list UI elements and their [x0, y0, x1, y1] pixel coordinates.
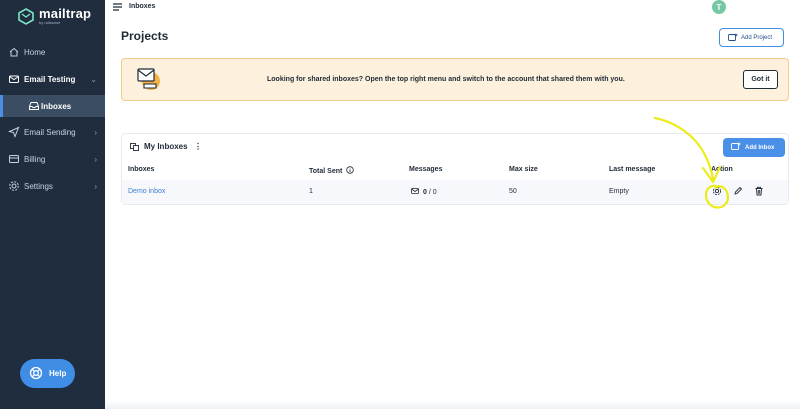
annotation-arrow-icon: [653, 116, 730, 209]
email-testing-icon: [9, 75, 19, 83]
help-button[interactable]: Help: [20, 359, 75, 388]
inboxes-title-label: My Inboxes: [144, 142, 188, 151]
sidebar-item-label: Settings: [24, 181, 53, 191]
sidebar-item-home[interactable]: Home: [0, 41, 105, 63]
page-title: Projects: [121, 29, 169, 43]
sidebar-item-email-testing[interactable]: Email Testing ⌄: [0, 68, 105, 90]
inbox-name-link[interactable]: Demo inbox: [128, 188, 165, 195]
add-project-button[interactable]: Add Project: [719, 28, 784, 47]
logo[interactable]: mailtrap by railsware: [18, 7, 91, 25]
sidebar-item-label: Email Testing: [24, 74, 76, 84]
shared-inboxes-banner: Looking for shared inboxes? Open the top…: [121, 58, 789, 101]
brand-sub: by railsware: [39, 20, 61, 25]
avatar[interactable]: T: [712, 0, 726, 14]
sidebar-item-inboxes[interactable]: Inboxes: [0, 95, 105, 117]
sidebar-item-label: Home: [24, 47, 46, 57]
breadcrumb: Inboxes: [129, 3, 156, 10]
more-options-icon[interactable]: ⋮: [194, 142, 202, 151]
menu-icon[interactable]: [113, 3, 122, 11]
trash-icon[interactable]: [754, 186, 764, 196]
brand-name: mailtrap: [39, 6, 92, 21]
sidebar-item-label: Inboxes: [41, 101, 72, 111]
add-inbox-label: Add Inbox: [745, 144, 775, 151]
sidebar-item-label: Email Sending: [24, 127, 76, 137]
got-it-button[interactable]: Got it: [743, 70, 778, 89]
sidebar-item-settings[interactable]: Settings ›: [0, 175, 105, 197]
envelope-illustration-icon: [137, 68, 160, 90]
billing-icon: [9, 155, 19, 163]
max-size-value: 50: [509, 188, 517, 195]
column-header-messages[interactable]: Messages: [409, 166, 442, 173]
last-message-value: Empty: [609, 188, 629, 195]
column-header-inboxes[interactable]: Inboxes: [128, 166, 154, 173]
messages-cell: 0 / 0: [411, 188, 437, 196]
column-header-max-size[interactable]: Max size: [509, 166, 538, 173]
sidebar: mailtrap by railsware Home Email Testing…: [0, 0, 105, 409]
total-sent-value: 1: [309, 188, 313, 195]
chevron-right-icon: ›: [94, 127, 97, 137]
projects-icon: [130, 142, 139, 151]
messages-total: / 0: [426, 189, 437, 196]
column-header-label: Total Sent: [309, 168, 343, 175]
help-label: Help: [49, 369, 67, 378]
chevron-right-icon: ›: [94, 181, 97, 191]
active-indicator: [0, 95, 3, 117]
mailtrap-logo-icon: [18, 7, 34, 25]
add-project-icon: [728, 33, 738, 41]
home-icon: [9, 47, 19, 57]
topbar: Inboxes T: [105, 0, 800, 15]
chevron-down-icon: ⌄: [90, 74, 97, 84]
banner-message: Looking for shared inboxes? Open the top…: [267, 76, 625, 83]
sidebar-item-billing[interactable]: Billing ›: [0, 148, 105, 170]
gear-icon: [9, 181, 19, 191]
lifebuoy-icon: [29, 366, 43, 380]
inbox-icon: [29, 102, 39, 110]
add-project-label: Add Project: [741, 34, 773, 41]
envelope-icon: [411, 188, 419, 194]
bottom-edge: [105, 400, 800, 409]
sidebar-item-email-sending[interactable]: Email Sending ›: [0, 121, 105, 143]
sidebar-item-label: Billing: [24, 154, 46, 164]
info-icon[interactable]: [346, 166, 354, 174]
send-icon: [8, 126, 20, 138]
inboxes-card-title: My Inboxes: [130, 142, 188, 151]
column-header-total-sent[interactable]: Total Sent: [309, 166, 354, 175]
chevron-right-icon: ›: [94, 154, 97, 164]
